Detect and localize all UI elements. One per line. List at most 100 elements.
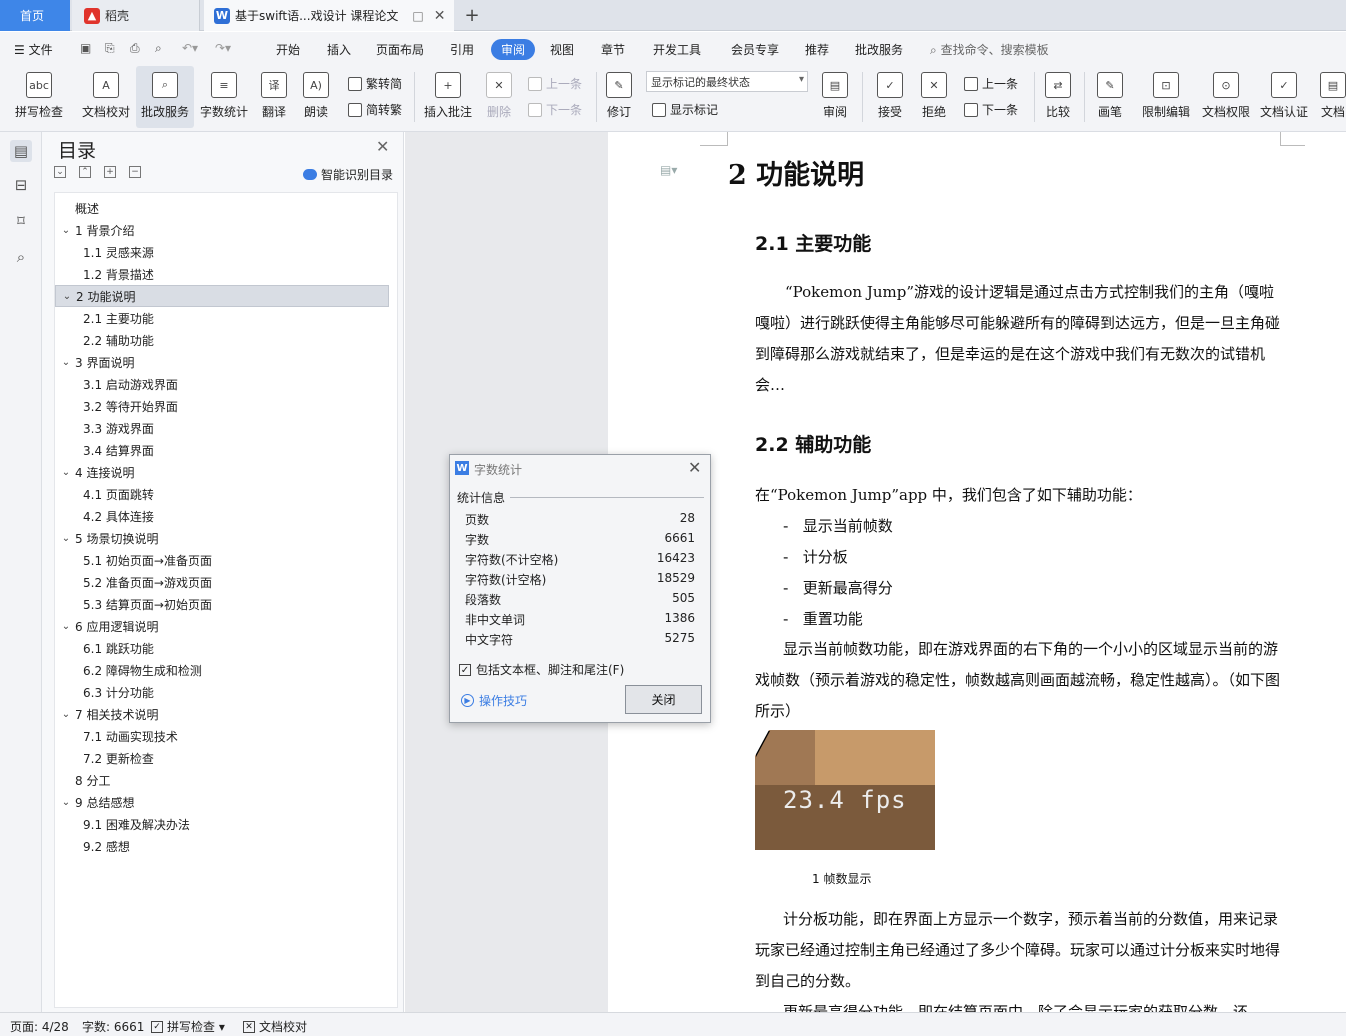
toc-item[interactable]: 3.3 游戏界面 bbox=[55, 417, 389, 439]
chevron-down-icon[interactable]: ⌄ bbox=[59, 621, 73, 632]
toc-item[interactable]: ⌄ 4 连接说明 bbox=[55, 461, 389, 483]
expand-up-icon[interactable]: ⌃ bbox=[79, 166, 91, 178]
close-icon[interactable]: ✕ bbox=[688, 458, 701, 477]
add-heading-icon[interactable]: + bbox=[104, 166, 116, 178]
menu-view[interactable]: 视图 bbox=[550, 41, 574, 58]
print-icon[interactable]: ⎙ bbox=[130, 41, 140, 56]
prev-change-button[interactable]: 上一条 bbox=[964, 75, 1018, 92]
smart-toc-button[interactable]: 智能识别目录 bbox=[303, 166, 393, 183]
next-change-button[interactable]: 下一条 bbox=[964, 101, 1018, 118]
word-count-button[interactable]: ≡ 字数统计 bbox=[198, 66, 250, 128]
menu-chapter[interactable]: 章节 bbox=[601, 41, 625, 58]
read-aloud-button[interactable]: A) 朗读 bbox=[300, 66, 332, 128]
delete-comment-button[interactable]: ✕ 删除 bbox=[482, 66, 516, 128]
toc-item[interactable]: ⌄ 6 应用逻辑说明 bbox=[55, 615, 389, 637]
close-icon[interactable]: ✕ bbox=[376, 137, 389, 156]
review-button[interactable]: ▤ 审阅 bbox=[818, 66, 852, 128]
menu-member[interactable]: 会员专享 bbox=[731, 41, 779, 58]
toc-item[interactable]: 6.3 计分功能 bbox=[55, 681, 389, 703]
correction-service-button[interactable]: ⌕ 批改服务 bbox=[136, 66, 194, 128]
chapter-nav-icon[interactable]: ⊟ bbox=[10, 174, 32, 196]
markup-state-select[interactable]: 显示标记的最终状态 bbox=[646, 71, 808, 92]
toc-item[interactable]: ⌄ 7 相关技术说明 bbox=[55, 703, 389, 725]
toc-item[interactable]: 4.2 具体连接 bbox=[55, 505, 389, 527]
tab-document[interactable]: W 基于swift语...戏设计 课程论文 □ ✕ bbox=[204, 0, 454, 31]
word-count-indicator[interactable]: 字数: 6661 bbox=[82, 1018, 144, 1035]
menu-insert[interactable]: 插入 bbox=[327, 41, 351, 58]
reject-button[interactable]: ✕ 拒绝 bbox=[916, 66, 952, 128]
accept-button[interactable]: ✓ 接受 bbox=[872, 66, 908, 128]
chevron-down-icon[interactable]: ⌄ bbox=[59, 467, 73, 478]
toc-item[interactable]: ⌄ 1 背景介绍 bbox=[55, 219, 389, 241]
more-doc-button[interactable]: ▤ 文档 bbox=[1320, 66, 1346, 128]
next-comment-button[interactable]: 下一条 bbox=[528, 101, 582, 118]
compare-button[interactable]: ⇄ 比较 bbox=[1040, 66, 1076, 128]
pin-icon[interactable]: □ bbox=[412, 9, 423, 23]
toc-item[interactable]: 概述 bbox=[55, 197, 389, 219]
new-tab-button[interactable]: + bbox=[462, 0, 482, 31]
menu-review-active[interactable]: 审阅 bbox=[491, 39, 535, 60]
toc-item[interactable]: ⌄ 3 界面说明 bbox=[55, 351, 389, 373]
remove-heading-icon[interactable]: − bbox=[129, 166, 141, 178]
search-icon[interactable]: ⌕ bbox=[10, 246, 32, 268]
doc-certify-button[interactable]: ✓ 文档认证 bbox=[1258, 66, 1310, 128]
toc-item[interactable]: 5.2 准备页面→游戏页面 bbox=[55, 571, 389, 593]
toc-item[interactable]: 9.2 感想 bbox=[55, 835, 389, 857]
redo-icon[interactable]: ↷▾ bbox=[215, 41, 231, 55]
file-menu[interactable]: ☰ 文件 bbox=[14, 41, 53, 58]
tab-daoke[interactable]: ▲ 稻壳 bbox=[72, 0, 200, 31]
toc-item[interactable]: 5.3 结算页面→初始页面 bbox=[55, 593, 389, 615]
menu-reference[interactable]: 引用 bbox=[450, 41, 474, 58]
tab-home[interactable]: 首页 bbox=[0, 0, 70, 31]
doc-check-status[interactable]: ✕ 文档校对 bbox=[243, 1018, 307, 1035]
toc-item[interactable]: 3.2 等待开始界面 bbox=[55, 395, 389, 417]
toc-item[interactable]: ⌄ 5 场景切换说明 bbox=[55, 527, 389, 549]
toc-item[interactable]: 7.1 动画实现技术 bbox=[55, 725, 389, 747]
chevron-down-icon[interactable]: ⌄ bbox=[59, 225, 73, 236]
toc-item[interactable]: 6.2 障碍物生成和检测 bbox=[55, 659, 389, 681]
chevron-down-icon[interactable]: ⌄ bbox=[59, 533, 73, 544]
paragraph-menu-icon[interactable]: ▤▾ bbox=[660, 163, 677, 177]
doc-check-button[interactable]: A 文档校对 bbox=[78, 66, 134, 128]
close-button[interactable]: 关闭 bbox=[625, 685, 702, 714]
spell-check-status[interactable]: ✓ 拼写检查 ▾ bbox=[151, 1018, 225, 1035]
translate-button[interactable]: 译翻译 bbox=[256, 66, 292, 128]
tips-link[interactable]: ▶ 操作技巧 bbox=[461, 692, 527, 709]
toc-item[interactable]: 4.1 页面跳转 bbox=[55, 483, 389, 505]
export-icon[interactable]: ⎘ bbox=[105, 41, 115, 56]
revise-button[interactable]: ✎ 修订 bbox=[602, 66, 636, 128]
toc-item[interactable]: 3.4 结算界面 bbox=[55, 439, 389, 461]
restrict-edit-button[interactable]: ⊡ 限制编辑 bbox=[1140, 66, 1192, 128]
chevron-down-icon[interactable]: ⌄ bbox=[59, 357, 73, 368]
toc-item[interactable]: 7.2 更新检查 bbox=[55, 747, 389, 769]
toc-item[interactable]: 3.1 启动游戏界面 bbox=[55, 373, 389, 395]
menu-recommend[interactable]: 推荐 bbox=[805, 41, 829, 58]
bookmark-icon[interactable]: ⌑ bbox=[10, 210, 32, 232]
doc-permission-button[interactable]: ⊙ 文档权限 bbox=[1200, 66, 1252, 128]
chevron-down-icon[interactable]: ⌄ bbox=[59, 797, 73, 808]
show-markup-button[interactable]: 显示标记 bbox=[652, 101, 718, 118]
include-notes-checkbox[interactable]: ✓ 包括文本框、脚注和尾注(F) bbox=[459, 661, 624, 678]
save-icon[interactable]: ▣ bbox=[80, 41, 91, 55]
toc-item[interactable]: 2.2 辅助功能 bbox=[55, 329, 389, 351]
simp-to-trad-button[interactable]: 简转繁 bbox=[348, 101, 402, 118]
trad-to-simp-button[interactable]: 繁转简 bbox=[348, 75, 402, 92]
toc-item[interactable]: 8 分工 bbox=[55, 769, 389, 791]
insert-comment-button[interactable]: + 插入批注 bbox=[422, 66, 474, 128]
chevron-down-icon[interactable]: ⌄ bbox=[60, 291, 74, 302]
collapse-all-icon[interactable]: ⌄ bbox=[54, 166, 66, 178]
toc-panel-icon[interactable]: ▤ bbox=[10, 140, 32, 162]
preview-icon[interactable]: ⌕ bbox=[155, 41, 162, 56]
menu-devtools[interactable]: 开发工具 bbox=[653, 41, 701, 58]
menu-correction[interactable]: 批改服务 bbox=[855, 41, 903, 58]
toc-item[interactable]: 6.1 跳跃功能 bbox=[55, 637, 389, 659]
pen-button[interactable]: ✎ 画笔 bbox=[1094, 66, 1126, 128]
menu-layout[interactable]: 页面布局 bbox=[376, 41, 424, 58]
toc-item[interactable]: ⌄ 2 功能说明 bbox=[55, 285, 389, 307]
command-search[interactable]: ⌕ 查找命令、搜索模板 bbox=[930, 41, 1049, 58]
toc-item[interactable]: 9.1 困难及解决办法 bbox=[55, 813, 389, 835]
toc-item[interactable]: 1.2 背景描述 bbox=[55, 263, 389, 285]
chevron-down-icon[interactable]: ⌄ bbox=[59, 709, 73, 720]
spell-check-button[interactable]: abc 拼写检查 bbox=[8, 66, 70, 128]
toc-item[interactable]: 1.1 灵感来源 bbox=[55, 241, 389, 263]
